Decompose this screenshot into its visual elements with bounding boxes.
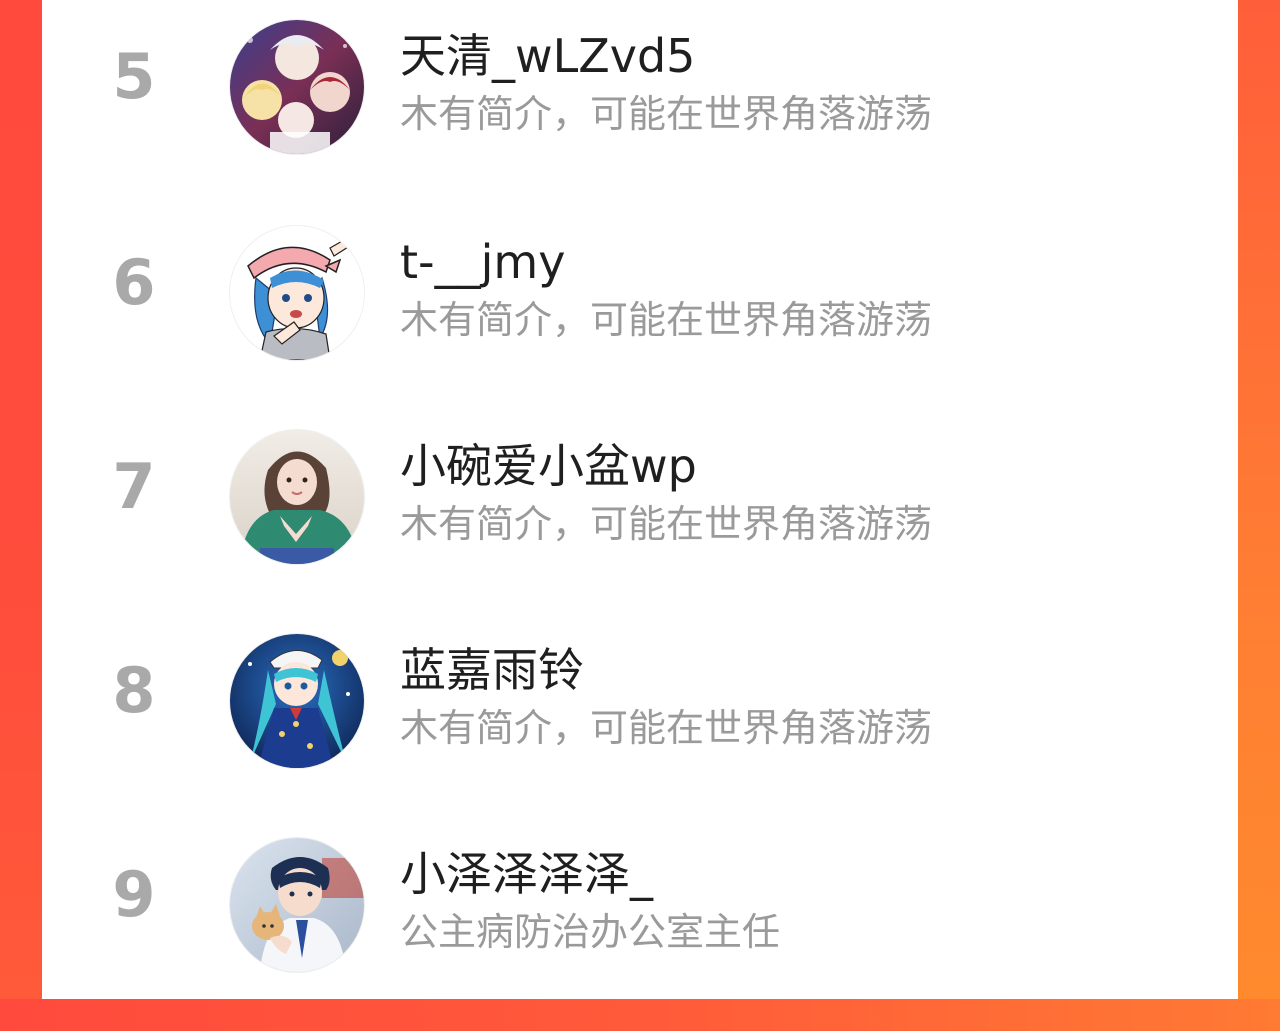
right-background-strip (1238, 0, 1280, 999)
anime-group-avatar-icon[interactable] (230, 20, 364, 154)
user-bio: 公主病防治办公室主任 (400, 910, 781, 954)
photo-girl-avatar-icon[interactable] (230, 430, 364, 564)
left-background-strip (0, 0, 42, 999)
ranking-row[interactable]: 8 蓝嘉雨铃 木有简介，可能在世界角落游荡 (42, 622, 1238, 827)
user-name[interactable]: 天清_wLZvd5 (400, 26, 695, 86)
anime-boy-cat-avatar-icon[interactable] (230, 838, 364, 972)
rank-number: 8 (112, 654, 156, 727)
user-name[interactable]: t-__jmy (400, 232, 565, 292)
user-bio: 木有简介，可能在世界角落游荡 (400, 92, 933, 136)
anime-blue-hair-avatar-icon[interactable] (230, 634, 364, 768)
ranking-row[interactable]: 6 t-__jmy 木有简介，可能在世界角落游荡 (42, 214, 1238, 419)
user-bio: 木有简介，可能在世界角落游荡 (400, 298, 933, 342)
ranking-list-panel: 5 天清_wLZvd5 木有简介，可能在世界角落游荡 6 t-__jmy 木有简… (42, 0, 1238, 999)
rank-number: 7 (112, 450, 156, 523)
ranking-row[interactable]: 5 天清_wLZvd5 木有简介，可能在世界角落游荡 (42, 8, 1238, 213)
user-bio: 木有简介，可能在世界角落游荡 (400, 706, 933, 750)
ranking-row[interactable]: 9 小泽泽泽泽_ 公主病防治办公室主任 (42, 826, 1238, 1031)
user-name[interactable]: 小泽泽泽泽_ (400, 844, 653, 904)
rank-number: 5 (112, 40, 156, 113)
rank-number: 6 (112, 246, 156, 319)
ranking-row[interactable]: 7 小碗爱小盆wp 木有简介，可能在世界角落游荡 (42, 418, 1238, 623)
user-bio: 木有简介，可能在世界角落游荡 (400, 502, 933, 546)
user-name[interactable]: 小碗爱小盆wp (400, 436, 697, 496)
rank-number: 9 (112, 858, 156, 931)
user-name[interactable]: 蓝嘉雨铃 (400, 640, 584, 700)
anime-girl-hat-avatar-icon[interactable] (230, 226, 364, 360)
